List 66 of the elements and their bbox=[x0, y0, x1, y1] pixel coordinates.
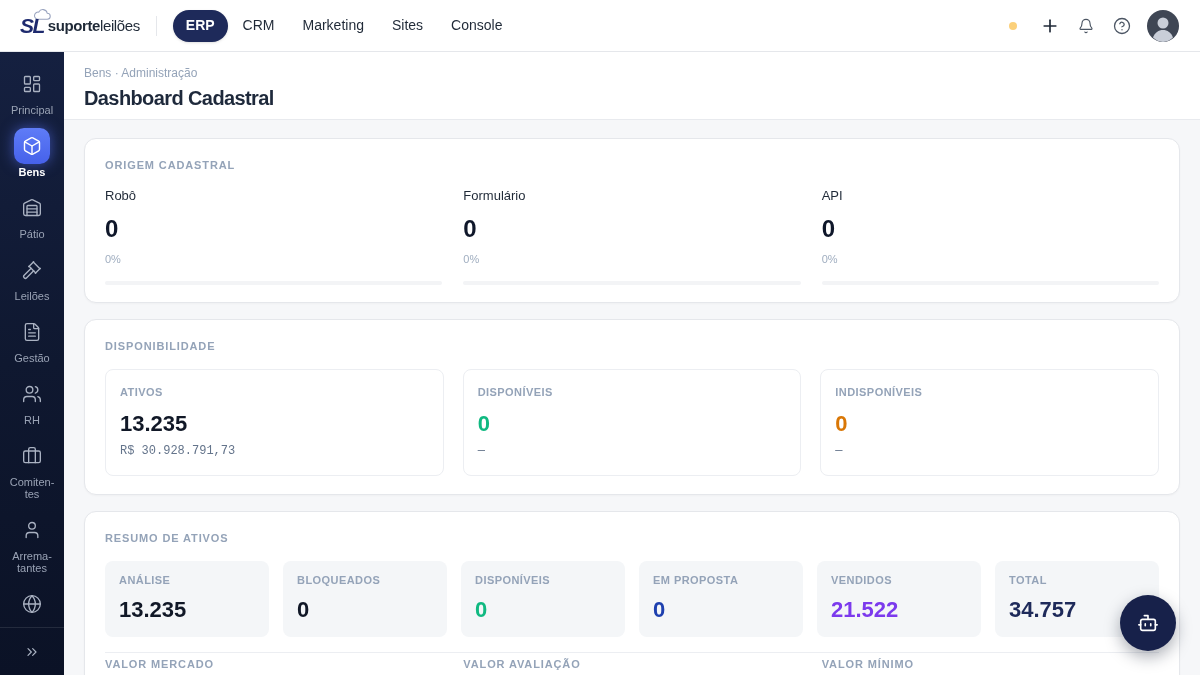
stat-value: 13.235 bbox=[120, 410, 189, 438]
sidebar-item[interactable]: Leilões bbox=[0, 252, 64, 302]
sidebar-item[interactable]: RH bbox=[0, 376, 64, 426]
bell-icon bbox=[1078, 17, 1094, 34]
tile-value: 0 bbox=[297, 596, 311, 624]
cloud-icon bbox=[33, 8, 51, 20]
tile-value: 0 bbox=[653, 596, 667, 624]
tile-label: EM PROPOSTA bbox=[653, 573, 740, 587]
sidebar-item[interactable]: Principal bbox=[0, 66, 64, 116]
layout-grid-icon bbox=[22, 74, 42, 94]
stat-detail: R$ 30.928.791,73 bbox=[120, 443, 237, 459]
source-label: Formulário bbox=[463, 187, 527, 205]
tile-value: 0 bbox=[475, 596, 489, 624]
help-icon bbox=[1113, 16, 1131, 35]
tile-label: TOTAL bbox=[1009, 573, 1048, 587]
source-percent: 0% bbox=[821, 252, 839, 266]
tile-value: 21.522 bbox=[831, 596, 900, 624]
value-column-label: VALOR AVALIAÇÃO bbox=[463, 658, 582, 671]
sidebar-item[interactable]: Pátio bbox=[0, 190, 64, 240]
nav-tab[interactable]: Sites bbox=[378, 9, 437, 42]
sidebar-item[interactable]: Arrema-tantes bbox=[0, 512, 64, 574]
stat-label: ATIVOS bbox=[120, 385, 164, 399]
nav-tab[interactable]: ERP bbox=[172, 9, 228, 42]
stat-detail: — bbox=[477, 443, 486, 459]
nav-tab[interactable]: CRM bbox=[229, 9, 288, 42]
nav-tab[interactable]: Marketing bbox=[289, 9, 377, 42]
source-label: API bbox=[821, 187, 844, 205]
stat-label: INDISPONÍVEIS bbox=[835, 385, 924, 399]
source-label: Robô bbox=[105, 187, 138, 205]
sidebar-item[interactable]: Gestão bbox=[0, 314, 64, 364]
stat-detail: — bbox=[835, 443, 844, 459]
document-icon bbox=[22, 322, 42, 342]
tile-label: VENDIDOS bbox=[831, 573, 893, 587]
source-count: 0 bbox=[105, 214, 120, 244]
tile-value: 34.757 bbox=[1009, 596, 1078, 624]
tile-label: DISPONÍVEIS bbox=[475, 573, 552, 587]
gavel-icon bbox=[22, 260, 42, 280]
people-icon bbox=[22, 384, 42, 404]
source-count: 0 bbox=[821, 214, 836, 244]
section-title: DISPONIBILIDADE bbox=[105, 339, 217, 353]
sidebar-item[interactable]: Bens bbox=[0, 128, 64, 178]
sidebar-item[interactable]: Comiten-tes bbox=[0, 438, 64, 500]
stat-value: 0 bbox=[477, 410, 491, 438]
breadcrumb: Bens · Administração bbox=[84, 66, 199, 80]
briefcase-icon bbox=[22, 446, 42, 466]
source-percent: 0% bbox=[105, 252, 122, 266]
avatar-silhouette-icon[interactable] bbox=[1147, 9, 1179, 42]
stat-label: DISPONÍVEIS bbox=[477, 385, 554, 399]
value-column-label: VALOR MÍNIMO bbox=[821, 658, 915, 671]
robot-icon bbox=[1137, 612, 1159, 634]
tile-label: BLOQUEADOS bbox=[297, 573, 382, 587]
stat-value: 0 bbox=[835, 410, 849, 438]
logo-wordmark: suporteleilões bbox=[47, 18, 140, 33]
tile-value: 13.235 bbox=[119, 596, 188, 624]
page-title: Dashboard Cadastral bbox=[84, 86, 275, 111]
value-column-label: VALOR MERCADO bbox=[105, 658, 215, 671]
tile-label: ANÁLISE bbox=[119, 573, 172, 587]
building-icon bbox=[22, 198, 42, 218]
source-percent: 0% bbox=[463, 252, 481, 266]
section-title: RESUMO DE ATIVOS bbox=[105, 531, 230, 545]
logo-mark: SL bbox=[20, 15, 44, 36]
globe-icon bbox=[22, 594, 42, 614]
cube-icon bbox=[14, 128, 50, 164]
section-title: ORIGEM CADASTRAL bbox=[105, 158, 237, 172]
nav-tab[interactable]: Console bbox=[438, 9, 516, 42]
source-count: 0 bbox=[463, 214, 478, 244]
